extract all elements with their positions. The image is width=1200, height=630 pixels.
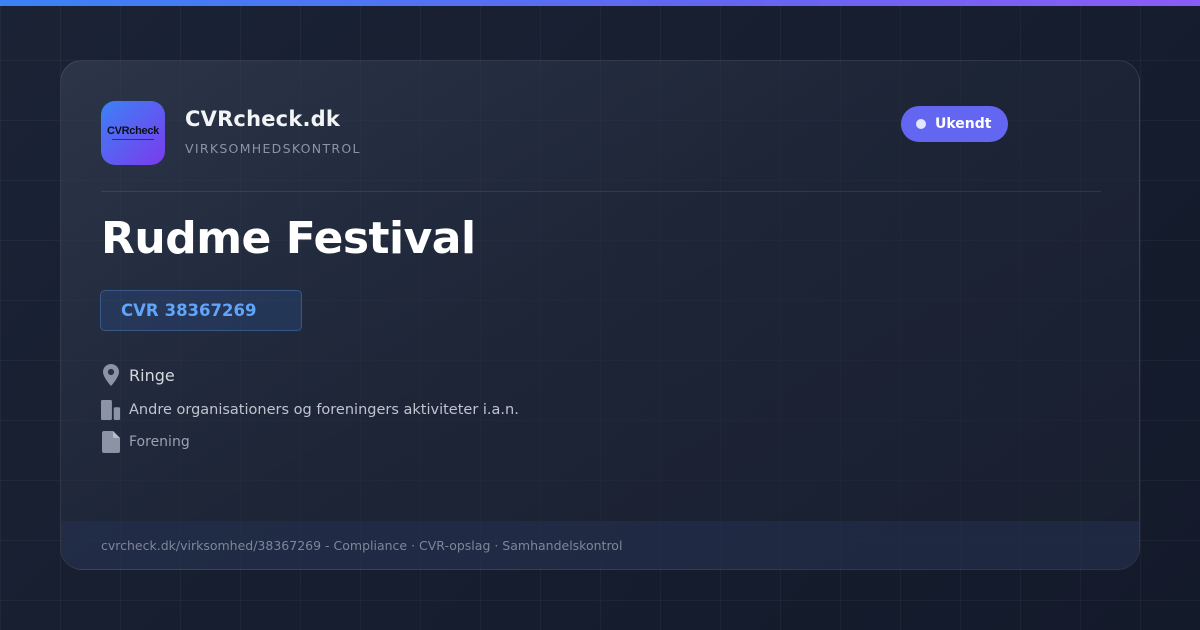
building-icon (101, 399, 121, 421)
status-dot-icon (916, 119, 926, 129)
brand-logo-underline (111, 139, 154, 140)
status-label: Ukendt (935, 116, 992, 132)
footer-text: cvrcheck.dk/virksomhed/38367269 - Compli… (101, 538, 623, 553)
document-icon (101, 431, 121, 453)
brand-logo: CVRcheck (101, 101, 165, 165)
brand-logo-text: CVRcheck (106, 125, 159, 137)
brand-tagline: VIRKSOMHEDSKONTROL (185, 141, 361, 156)
header-divider (101, 191, 1101, 192)
status-badge: Ukendt (901, 106, 1009, 142)
location-text: Ringe (129, 365, 175, 385)
company-type-row: Forening (101, 431, 190, 453)
company-type-text: Forening (129, 434, 190, 450)
company-card: CVRcheck CVRcheck.dk VIRKSOMHEDSKONTROL … (60, 60, 1140, 570)
industry-text: Andre organisationers og foreningers akt… (129, 402, 519, 418)
cvr-badge: CVR 38367269 (100, 290, 302, 331)
company-name: Rudme Festival (101, 213, 476, 264)
brand-name: CVRcheck.dk (185, 107, 341, 131)
cvr-number: 38367269 (164, 301, 257, 320)
industry-row: Andre organisationers og foreningers akt… (101, 399, 519, 421)
cvr-prefix: CVR (121, 301, 159, 320)
location-row: Ringe (101, 363, 175, 387)
top-accent-bar (0, 0, 1200, 6)
map-pin-icon (101, 363, 121, 387)
